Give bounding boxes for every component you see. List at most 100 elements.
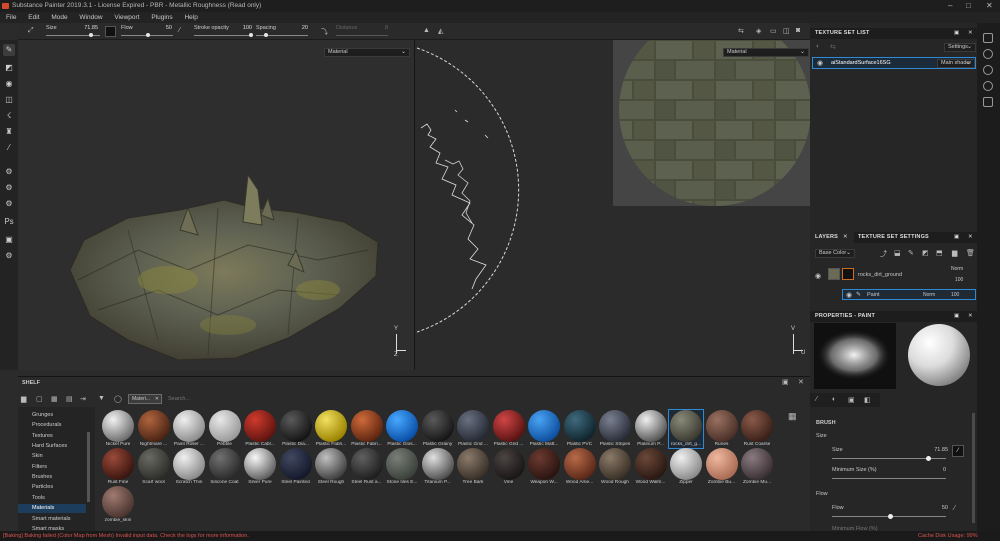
history-icon[interactable] (983, 81, 993, 91)
list-view-icon[interactable]: ▤ (66, 395, 73, 403)
material-thumbnail[interactable]: Rust Coarse (740, 410, 774, 448)
texture-set-row[interactable]: ◉ aiStandardSurface16SG Main shader ⌄ (812, 57, 976, 69)
brush-size-value[interactable]: 71.85 (930, 447, 948, 453)
brush-tab-icon[interactable]: ⁄ (816, 396, 817, 403)
eye-icon[interactable]: ◉ (846, 291, 852, 299)
eye-icon[interactable]: ◉ (815, 272, 821, 280)
category-smart-materials[interactable]: Smart materials (32, 516, 71, 522)
category-filters[interactable]: Filters (32, 464, 47, 470)
pen-pressure-icon[interactable]: ⁄ (952, 445, 964, 457)
material-tab-icon[interactable]: ◧ (864, 396, 871, 404)
material-thumbnail[interactable]: Pebble (208, 410, 242, 448)
python-icon[interactable]: Ps (3, 216, 15, 228)
minimize-icon[interactable]: – (948, 0, 952, 12)
panel-close-icon[interactable]: ✕ (968, 28, 973, 39)
shelf-float-icon[interactable]: ▣ (782, 378, 789, 386)
shelf-close-icon[interactable]: ✕ (798, 378, 804, 386)
material-thumbnail[interactable]: Steel Rust a... (350, 448, 384, 486)
spacing-value[interactable]: 20 (294, 25, 308, 31)
layout-single-icon[interactable]: ▭ (770, 27, 777, 35)
menu-mode[interactable]: Mode (51, 14, 67, 21)
channel-select[interactable]: Base Color ⌄ (815, 249, 855, 258)
symmetry-axis-icon[interactable]: ◭ (438, 27, 443, 35)
stroke-opacity-slider[interactable] (194, 35, 252, 36)
menu-window[interactable]: Window (79, 14, 102, 21)
material-thumbnail[interactable]: Platinum P... (634, 410, 668, 448)
category-hard-surfaces[interactable]: Hard Surfaces (32, 443, 67, 449)
menu-help[interactable]: Help (184, 14, 197, 21)
geometry-mask-icon[interactable]: ◫ (3, 94, 15, 106)
screenshot-icon[interactable]: ◙ (796, 27, 800, 34)
min-size-slider[interactable] (832, 478, 946, 479)
material-thumbnail[interactable]: Titanium P... (421, 448, 455, 486)
texture-set-settings-select[interactable]: Settings ⌄ (944, 43, 976, 52)
panel-close-icon[interactable]: ✕ (968, 232, 973, 243)
material-thumbnail[interactable]: Nightmare ... (137, 410, 171, 448)
material-thumbnail[interactable]: Plastic Fabri... (350, 410, 384, 448)
lazy-mouse-icon[interactable]: ⤵ (321, 27, 328, 37)
selection-icon[interactable]: ⚙ (3, 166, 15, 178)
category-procedurals[interactable]: Procedurals (32, 422, 61, 428)
brush-size-knob[interactable] (926, 456, 931, 461)
brush-flow-knob[interactable] (888, 514, 893, 519)
transform-icon[interactable]: ⚙ (3, 198, 15, 210)
material-thumbnail[interactable]: zombie_skin (101, 486, 135, 524)
material-thumbnail[interactable]: Plastic Matt... (527, 410, 561, 448)
material-thumbnail[interactable]: Plastic Grid ... (456, 410, 490, 448)
flow-pressure-icon[interactable]: ⁄ (179, 27, 180, 34)
category-skin[interactable]: Skin (32, 453, 43, 459)
flow-slider-knob[interactable] (146, 33, 150, 37)
material-thumbnail[interactable]: Scratch Thin (172, 448, 206, 486)
min-size-value[interactable]: 0 (936, 467, 946, 473)
shelf-search-input[interactable] (168, 394, 738, 404)
layout-split-icon[interactable]: ◫ (783, 27, 790, 35)
tab-texture-set-settings[interactable]: TEXTURE SET SETTINGS (858, 232, 929, 243)
material-thumbnail[interactable]: Scarf wool (137, 448, 171, 486)
viewport-2d[interactable]: Material ⌄ V U (414, 40, 811, 370)
material-thumbnail[interactable]: Plastic Glos... (385, 410, 419, 448)
material-thumbnail[interactable]: Zombie Bu... (705, 448, 739, 486)
stroke-opacity-knob[interactable] (249, 33, 253, 37)
status-error-message[interactable]: [Baking] Baking failed (Color Map from M… (3, 531, 249, 541)
delete-layer-icon[interactable]: 🗑 (966, 249, 975, 257)
polygon-fill-icon[interactable]: ⚙ (3, 182, 15, 194)
panel-close-icon[interactable]: ✕ (968, 311, 973, 322)
texture-set-link-icon[interactable]: ⇆ (830, 43, 836, 51)
layer-blend-mode[interactable]: Norm (951, 266, 963, 272)
material-thumbnail[interactable]: Silver Pure (243, 448, 277, 486)
flow-value[interactable]: 50 (158, 25, 172, 31)
add-mask-icon[interactable]: ⬓ (894, 249, 901, 257)
menu-edit[interactable]: Edit (28, 14, 39, 21)
folder-icon[interactable]: ▆ (21, 395, 26, 403)
texture-set-list-icon[interactable] (983, 33, 993, 43)
material-thumbnail[interactable]: Zipper (669, 448, 703, 486)
color-picker-icon[interactable]: ⁄ (3, 142, 15, 154)
menu-file[interactable]: File (6, 14, 16, 21)
texture-set-icon[interactable]: ◐ (816, 43, 820, 50)
material-thumbnail[interactable]: Wood Ame... (563, 448, 597, 486)
material-preview-sphere[interactable] (908, 324, 970, 386)
category-materials[interactable]: Materials (32, 505, 54, 511)
brush-preset-icon[interactable]: ⤢ (28, 27, 34, 35)
symmetry-icon[interactable]: ▲ (423, 27, 430, 34)
eye-icon[interactable]: ◉ (817, 59, 823, 67)
add-effect-icon[interactable]: ⤴ (880, 249, 887, 259)
material-thumbnail[interactable]: Plastic Dia... (279, 410, 313, 448)
material-thumbnail[interactable]: Plastic Grid ... (492, 410, 526, 448)
filter-icon[interactable]: ▼ (98, 395, 105, 402)
material-thumbnail[interactable]: Wood Walm... (634, 448, 668, 486)
orientation-cube-icon[interactable]: ◈ (756, 27, 761, 35)
add-paint-layer-icon[interactable]: ✎ (908, 249, 914, 257)
viewport-3d[interactable]: Material ⌄ Y Z (18, 40, 414, 370)
pen-pressure-icon[interactable] (105, 26, 116, 37)
stencil-tab-icon[interactable]: ▣ (848, 396, 855, 404)
spacing-slider-knob[interactable] (264, 33, 268, 37)
material-thumbnail[interactable]: Nickel Pure (101, 410, 135, 448)
clone-stamp-icon[interactable]: ♜ (3, 126, 15, 138)
panel-float-icon[interactable]: ▣ (954, 28, 959, 39)
maximize-icon[interactable]: □ (966, 0, 971, 12)
distance-slider[interactable] (336, 35, 388, 36)
category-textures[interactable]: Textures (32, 433, 53, 439)
new-folder-icon[interactable]: ▢ (36, 395, 43, 403)
material-thumbnail[interactable]: Silicone Coat (208, 448, 242, 486)
